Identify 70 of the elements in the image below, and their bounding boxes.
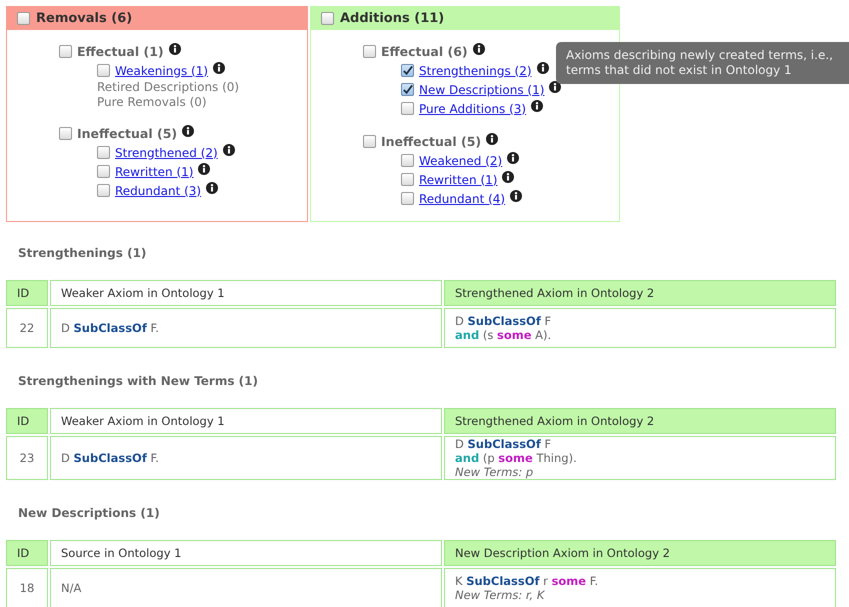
- tooltip: Axioms describing newly created terms, i.e., terms that did not exist in Ontology 1: [556, 42, 849, 84]
- group-label: Ineffectual (5): [381, 134, 482, 149]
- column-header: New Description Axiom in Ontology 2: [444, 540, 836, 566]
- category-link[interactable]: Weakened (2): [419, 154, 502, 168]
- column-header: ID: [6, 540, 48, 566]
- info-icon[interactable]: [536, 62, 549, 74]
- checkbox[interactable]: [401, 154, 414, 167]
- checkbox[interactable]: [321, 12, 334, 24]
- checkbox[interactable]: [401, 64, 414, 77]
- checkbox[interactable]: [97, 165, 110, 178]
- checkbox[interactable]: [401, 83, 414, 96]
- checkbox[interactable]: [97, 146, 110, 159]
- checkbox[interactable]: [401, 173, 414, 186]
- id-cell: 22: [6, 308, 48, 348]
- info-icon[interactable]: [507, 152, 520, 164]
- column-header: Weaker Axiom in Ontology 1: [50, 408, 442, 434]
- axiom-cell: N/A: [50, 568, 442, 607]
- group-label: Ineffectual (5): [77, 126, 178, 141]
- category-link[interactable]: New Descriptions (1): [419, 82, 544, 96]
- category-link[interactable]: Redundant (4): [419, 192, 506, 206]
- column-header: Strengthened Axiom in Ontology 2: [444, 408, 836, 434]
- panel-title: Removals (6): [36, 10, 132, 26]
- info-icon[interactable]: [198, 162, 210, 174]
- checkbox[interactable]: [401, 192, 414, 205]
- checkbox[interactable]: [59, 127, 72, 140]
- checkbox[interactable]: [17, 12, 30, 24]
- checkbox[interactable]: [59, 45, 72, 58]
- id-cell: 18: [6, 568, 48, 607]
- column-header: ID: [6, 280, 48, 306]
- id-cell: 23: [6, 436, 48, 480]
- category-label: Retired Descriptions (0): [97, 80, 240, 95]
- checkbox[interactable]: [363, 135, 376, 148]
- category-link[interactable]: Weakenings (1): [115, 64, 208, 78]
- info-icon[interactable]: [206, 182, 218, 194]
- category-link[interactable]: Rewritten (1): [419, 172, 498, 186]
- checkbox[interactable]: [363, 45, 376, 58]
- checkbox[interactable]: [97, 184, 110, 197]
- info-icon[interactable]: [502, 170, 514, 182]
- group-label: Effectual (6): [381, 44, 468, 59]
- column-header: Weaker Axiom in Ontology 1: [50, 280, 442, 306]
- info-icon[interactable]: [531, 100, 544, 112]
- info-icon[interactable]: [182, 124, 194, 136]
- section-title: Strengthenings (1): [18, 246, 148, 260]
- axiom-cell: D SubClassOf F.: [50, 308, 442, 348]
- axiom-cell: D SubClassOf F.: [50, 436, 442, 480]
- axiom-cell: K SubClassOf r some F. New Terms: r, K: [444, 568, 836, 607]
- info-icon[interactable]: [168, 42, 181, 54]
- column-header: Source in Ontology 1: [50, 540, 442, 566]
- category-link[interactable]: Rewritten (1): [115, 164, 194, 178]
- section-title: New Descriptions (1): [18, 506, 161, 520]
- axiom-cell: D SubClassOf F and (p some Thing). New Terms: p: [444, 436, 836, 480]
- info-icon[interactable]: [486, 132, 498, 144]
- info-icon[interactable]: [472, 42, 485, 54]
- info-icon[interactable]: [213, 62, 226, 74]
- column-header: ID: [6, 408, 48, 434]
- checkbox[interactable]: [401, 102, 414, 115]
- category-link[interactable]: Pure Additions (3): [419, 102, 526, 116]
- axiom-cell: D SubClassOf F and (s some A).: [444, 308, 836, 348]
- checkbox[interactable]: [97, 64, 110, 77]
- info-icon[interactable]: [510, 190, 522, 202]
- category-link[interactable]: Strengthened (2): [115, 146, 218, 160]
- category-label: Pure Removals (0): [97, 95, 208, 110]
- group-label: Effectual (1): [77, 44, 164, 59]
- category-link[interactable]: Redundant (3): [115, 184, 202, 198]
- section-title: Strengthenings with New Terms (1): [18, 374, 259, 388]
- info-icon[interactable]: [222, 144, 235, 156]
- column-header: Strengthened Axiom in Ontology 2: [444, 280, 836, 306]
- info-icon[interactable]: [549, 80, 562, 92]
- category-link[interactable]: Strengthenings (2): [419, 64, 532, 78]
- panel-title: Additions (11): [340, 10, 444, 26]
